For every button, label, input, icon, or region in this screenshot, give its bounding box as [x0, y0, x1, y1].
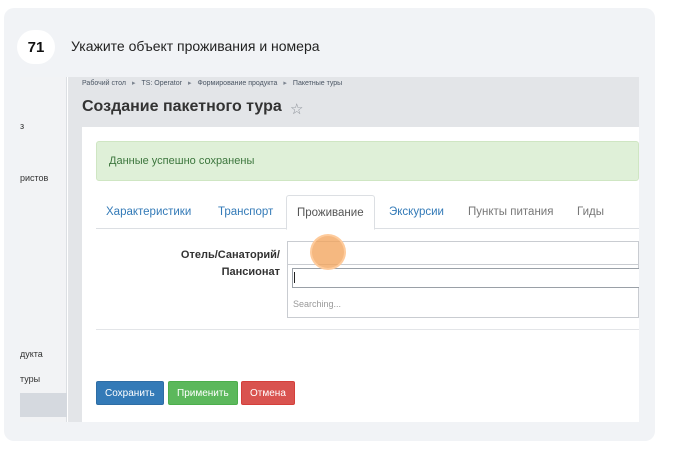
form-panel: Данные успешно сохранены Характеристики …	[82, 127, 639, 422]
tab-characteristics[interactable]: Характеристики	[106, 195, 191, 229]
tab-guides[interactable]: Гиды	[577, 195, 604, 229]
success-alert-text: Данные успешно сохранены	[109, 155, 255, 167]
breadcrumb-item[interactable]: Пакетные туры	[293, 80, 342, 87]
breadcrumb: Рабочий стол ▸ TS: Operator ▸ Формирование п…	[82, 79, 342, 87]
page-title: Создание пакетного тура	[82, 98, 282, 115]
tab-accommodation[interactable]: Проживание	[286, 195, 375, 230]
tab-bar: Характеристики Транспорт Проживание Экск…	[96, 195, 639, 230]
step-number-badge: 71	[17, 30, 55, 64]
sidebar-item[interactable]: дукта	[20, 349, 43, 359]
save-button[interactable]: Сохранить	[96, 381, 164, 405]
tab-catering-points[interactable]: Пункты питания	[468, 195, 553, 229]
sidebar-item[interactable]: з	[20, 121, 24, 131]
step-instruction: Укажите объект проживания и номера	[71, 38, 320, 54]
sidebar-item[interactable]: ристов	[20, 173, 48, 183]
hotel-select-dropdown: Searching...	[287, 265, 639, 318]
text-caret	[294, 272, 295, 283]
breadcrumb-separator-icon: ▸	[283, 80, 287, 87]
star-outline-icon[interactable]: ☆	[290, 100, 303, 118]
tab-transport[interactable]: Транспорт	[218, 195, 273, 229]
breadcrumb-item[interactable]: Формирование продукта	[197, 80, 277, 87]
searching-status: Searching...	[293, 299, 342, 309]
breadcrumb-item[interactable]: Рабочий стол	[82, 80, 126, 87]
breadcrumb-item[interactable]: TS: Operator	[141, 80, 181, 87]
sidebar-active-item[interactable]	[20, 393, 67, 417]
success-alert: Данные успешно сохранены	[96, 141, 639, 181]
sidebar-item[interactable]: туры	[20, 374, 40, 384]
hotel-field-label: Отель/Санаторий/ Пансионат	[180, 249, 280, 278]
click-indicator	[310, 234, 346, 270]
apply-button[interactable]: Применить	[168, 381, 238, 405]
cancel-button[interactable]: Отмена	[241, 381, 295, 405]
hotel-search-input[interactable]	[292, 268, 639, 288]
breadcrumb-separator-icon: ▸	[187, 80, 192, 87]
form-divider	[96, 329, 639, 330]
left-sidebar: з ристов дукта туры	[20, 77, 67, 422]
breadcrumb-separator-icon: ▸	[131, 80, 136, 87]
tab-excursions[interactable]: Экскурсии	[389, 195, 444, 229]
